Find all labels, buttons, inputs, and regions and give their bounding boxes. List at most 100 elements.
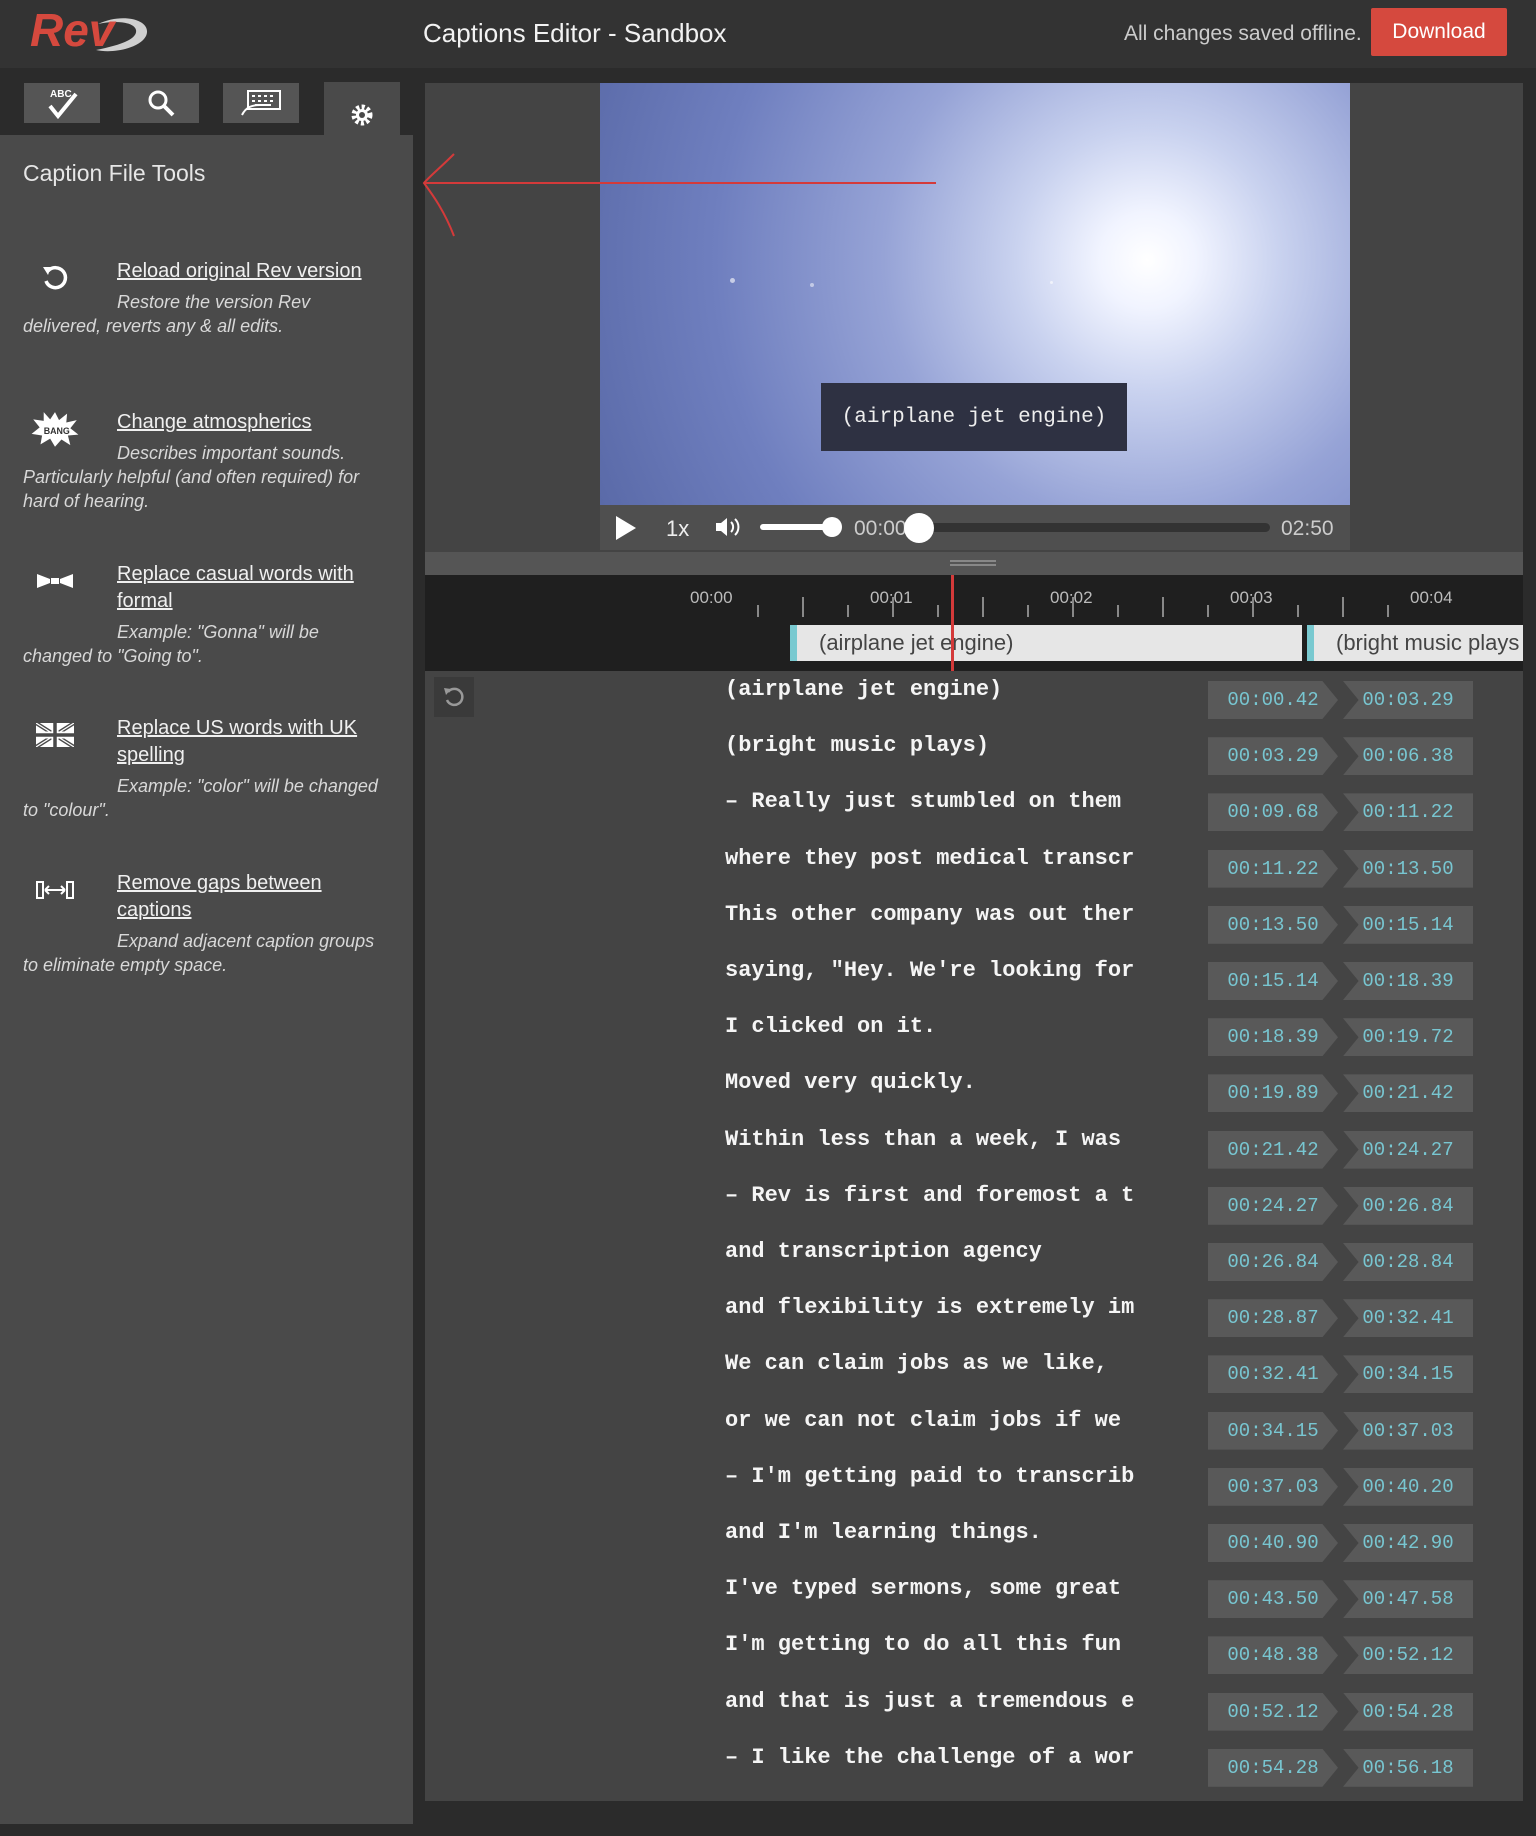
volume-knob[interactable]	[822, 517, 842, 537]
caption-row[interactable]: and flexibility is extremely important 00…	[425, 1291, 1523, 1347]
caption-row[interactable]: I clicked on it. 00:18.39 00:19.72	[425, 1010, 1523, 1066]
caption-row[interactable]: and I'm learning things. 00:40.90 00:42.90	[425, 1516, 1523, 1572]
play-icon[interactable]	[614, 515, 638, 541]
caption-end-time[interactable]: 00:03.29	[1343, 681, 1473, 719]
caption-row[interactable]: I've typed sermons, some great inspiri 00…	[425, 1572, 1523, 1628]
caption-row[interactable]: – I'm getting paid to transcribe these 00…	[425, 1460, 1523, 1516]
tab-shortcuts[interactable]	[223, 83, 299, 123]
caption-end-time[interactable]: 00:52.12	[1343, 1636, 1473, 1675]
caption-end-time[interactable]: 00:56.18	[1343, 1748, 1473, 1787]
caption-start-time[interactable]: 00:28.87	[1208, 1299, 1338, 1338]
caption-end-time[interactable]: 00:37.03	[1343, 1411, 1473, 1450]
caption-start-time[interactable]: 00:15.14	[1208, 962, 1338, 1000]
timeline[interactable]: 00:00 00:01 00:02 00:03 00:04 (airplane …	[425, 575, 1523, 671]
caption-end-time[interactable]: 00:34.15	[1343, 1355, 1473, 1394]
download-button[interactable]: Download	[1371, 8, 1507, 56]
caption-start-time[interactable]: 00:48.38	[1208, 1636, 1338, 1675]
volume-icon[interactable]	[714, 515, 744, 539]
caption-text[interactable]: We can claim jobs as we like,	[725, 1351, 1135, 1376]
caption-text[interactable]: and flexibility is extremely important	[725, 1295, 1135, 1320]
caption-text[interactable]: Within less than a week, I was already	[725, 1127, 1135, 1152]
playback-speed[interactable]: 1x	[666, 516, 689, 542]
seek-knob[interactable]	[904, 513, 934, 543]
caption-text[interactable]: – Rev is first and foremost a translati	[725, 1183, 1135, 1208]
remove-gaps-icon[interactable]	[30, 870, 80, 910]
caption-text[interactable]: and I'm learning things.	[725, 1520, 1135, 1545]
caption-end-time[interactable]: 00:47.58	[1343, 1580, 1473, 1619]
caption-end-time[interactable]: 00:06.38	[1343, 737, 1473, 776]
bowtie-icon[interactable]	[30, 561, 80, 601]
caption-row[interactable]: and that is just a tremendous experien 00…	[425, 1685, 1523, 1741]
caption-text[interactable]: or we can not claim jobs if we don't ha	[725, 1408, 1135, 1433]
caption-start-time[interactable]: 00:19.89	[1208, 1074, 1338, 1113]
caption-start-time[interactable]: 00:11.22	[1208, 849, 1338, 888]
caption-text[interactable]: I clicked on it.	[725, 1014, 1135, 1039]
caption-start-time[interactable]: 00:40.90	[1208, 1524, 1338, 1562]
caption-text[interactable]: and that is just a tremendous experien	[725, 1689, 1135, 1714]
caption-end-time[interactable]: 00:18.39	[1343, 962, 1473, 1000]
caption-end-time[interactable]: 00:19.72	[1343, 1018, 1473, 1057]
caption-start-time[interactable]: 00:43.50	[1208, 1580, 1338, 1619]
caption-text[interactable]: where they post medical transcription j	[725, 846, 1135, 871]
reload-original-link[interactable]: Reload original Rev version	[117, 258, 397, 285]
seek-bar[interactable]	[904, 513, 1270, 543]
caption-text[interactable]: – I'm getting paid to transcribe these	[725, 1464, 1135, 1489]
caption-text[interactable]: I'm getting to do all this fun stuff an	[725, 1632, 1135, 1657]
caption-end-time[interactable]: 00:15.14	[1343, 905, 1473, 944]
caption-row[interactable]: saying, "Hey. We're looking for transc 00…	[425, 954, 1523, 1010]
caption-start-time[interactable]: 00:24.27	[1208, 1186, 1338, 1225]
caption-start-time[interactable]: 00:03.29	[1208, 737, 1338, 776]
caption-row[interactable]: This other company was out there, 00:13.5…	[425, 898, 1523, 954]
caption-start-time[interactable]: 00:21.42	[1208, 1130, 1338, 1169]
caption-start-time[interactable]: 00:52.12	[1208, 1692, 1338, 1731]
caption-end-time[interactable]: 00:42.90	[1343, 1524, 1473, 1562]
caption-end-time[interactable]: 00:13.50	[1343, 849, 1473, 888]
caption-end-time[interactable]: 00:32.41	[1343, 1299, 1473, 1338]
caption-row[interactable]: I'm getting to do all this fun stuff an 0…	[425, 1628, 1523, 1684]
caption-start-time[interactable]: 00:18.39	[1208, 1018, 1338, 1057]
casual-to-formal-link[interactable]: Replace casual words with formal	[117, 561, 397, 615]
timeline-caption-block[interactable]: (airplane jet engine)	[790, 625, 1302, 661]
caption-start-time[interactable]: 00:26.84	[1208, 1243, 1338, 1281]
caption-text[interactable]: – Really just stumbled on them through	[725, 789, 1135, 814]
caption-end-time[interactable]: 00:21.42	[1343, 1074, 1473, 1113]
caption-row[interactable]: – Really just stumbled on them through 00…	[425, 785, 1523, 841]
timeline-caption-block[interactable]: (bright music plays	[1307, 625, 1523, 661]
caption-end-time[interactable]: 00:11.22	[1343, 793, 1473, 832]
remove-gaps-link[interactable]: Remove gaps between captions	[117, 870, 397, 924]
tab-search[interactable]	[123, 83, 199, 123]
caption-start-time[interactable]: 00:00.42	[1208, 681, 1338, 719]
playhead[interactable]	[951, 575, 954, 671]
tab-spellcheck[interactable]: ABC	[24, 83, 100, 123]
caption-text[interactable]: (airplane jet engine)	[725, 677, 1135, 702]
caption-start-time[interactable]: 00:09.68	[1208, 793, 1338, 832]
caption-end-time[interactable]: 00:40.20	[1343, 1467, 1473, 1506]
caption-row[interactable]: and transcription agency 00:26.84 00:28.84	[425, 1235, 1523, 1291]
caption-row[interactable]: – Rev is first and foremost a translati 0…	[425, 1179, 1523, 1235]
caption-start-time[interactable]: 00:13.50	[1208, 905, 1338, 944]
caption-text[interactable]: – I like the challenge of a word	[725, 1745, 1135, 1770]
caption-start-time[interactable]: 00:32.41	[1208, 1355, 1338, 1394]
panel-resize-handle[interactable]	[425, 552, 1523, 575]
change-atmospherics-link[interactable]: Change atmospherics	[117, 409, 397, 436]
caption-end-time[interactable]: 00:26.84	[1343, 1186, 1473, 1225]
caption-row[interactable]: – I like the challenge of a word 00:54.28…	[425, 1741, 1523, 1797]
caption-text[interactable]: (bright music plays)	[725, 733, 1135, 758]
caption-text[interactable]: I've typed sermons, some great inspiri	[725, 1576, 1135, 1601]
uk-flag-icon[interactable]	[30, 715, 80, 755]
caption-end-time[interactable]: 00:54.28	[1343, 1692, 1473, 1731]
us-to-uk-link[interactable]: Replace US words with UK spelling	[117, 715, 397, 769]
caption-row[interactable]: Within less than a week, I was already 00…	[425, 1123, 1523, 1179]
caption-row[interactable]: (bright music plays) 00:03.29 00:06.38	[425, 729, 1523, 785]
caption-row[interactable]: where they post medical transcription j 0…	[425, 842, 1523, 898]
caption-start-time[interactable]: 00:37.03	[1208, 1467, 1338, 1506]
caption-start-time[interactable]: 00:34.15	[1208, 1411, 1338, 1450]
caption-row[interactable]: Moved very quickly. 00:19.89 00:21.42	[425, 1066, 1523, 1122]
caption-text[interactable]: This other company was out there,	[725, 902, 1135, 927]
caption-text[interactable]: Moved very quickly.	[725, 1070, 1135, 1095]
caption-start-time[interactable]: 00:54.28	[1208, 1748, 1338, 1787]
volume-slider[interactable]	[760, 517, 842, 537]
caption-row[interactable]: We can claim jobs as we like, 00:32.41 00:…	[425, 1347, 1523, 1403]
caption-end-time[interactable]: 00:28.84	[1343, 1243, 1473, 1281]
caption-text[interactable]: saying, "Hey. We're looking for transc	[725, 958, 1135, 983]
